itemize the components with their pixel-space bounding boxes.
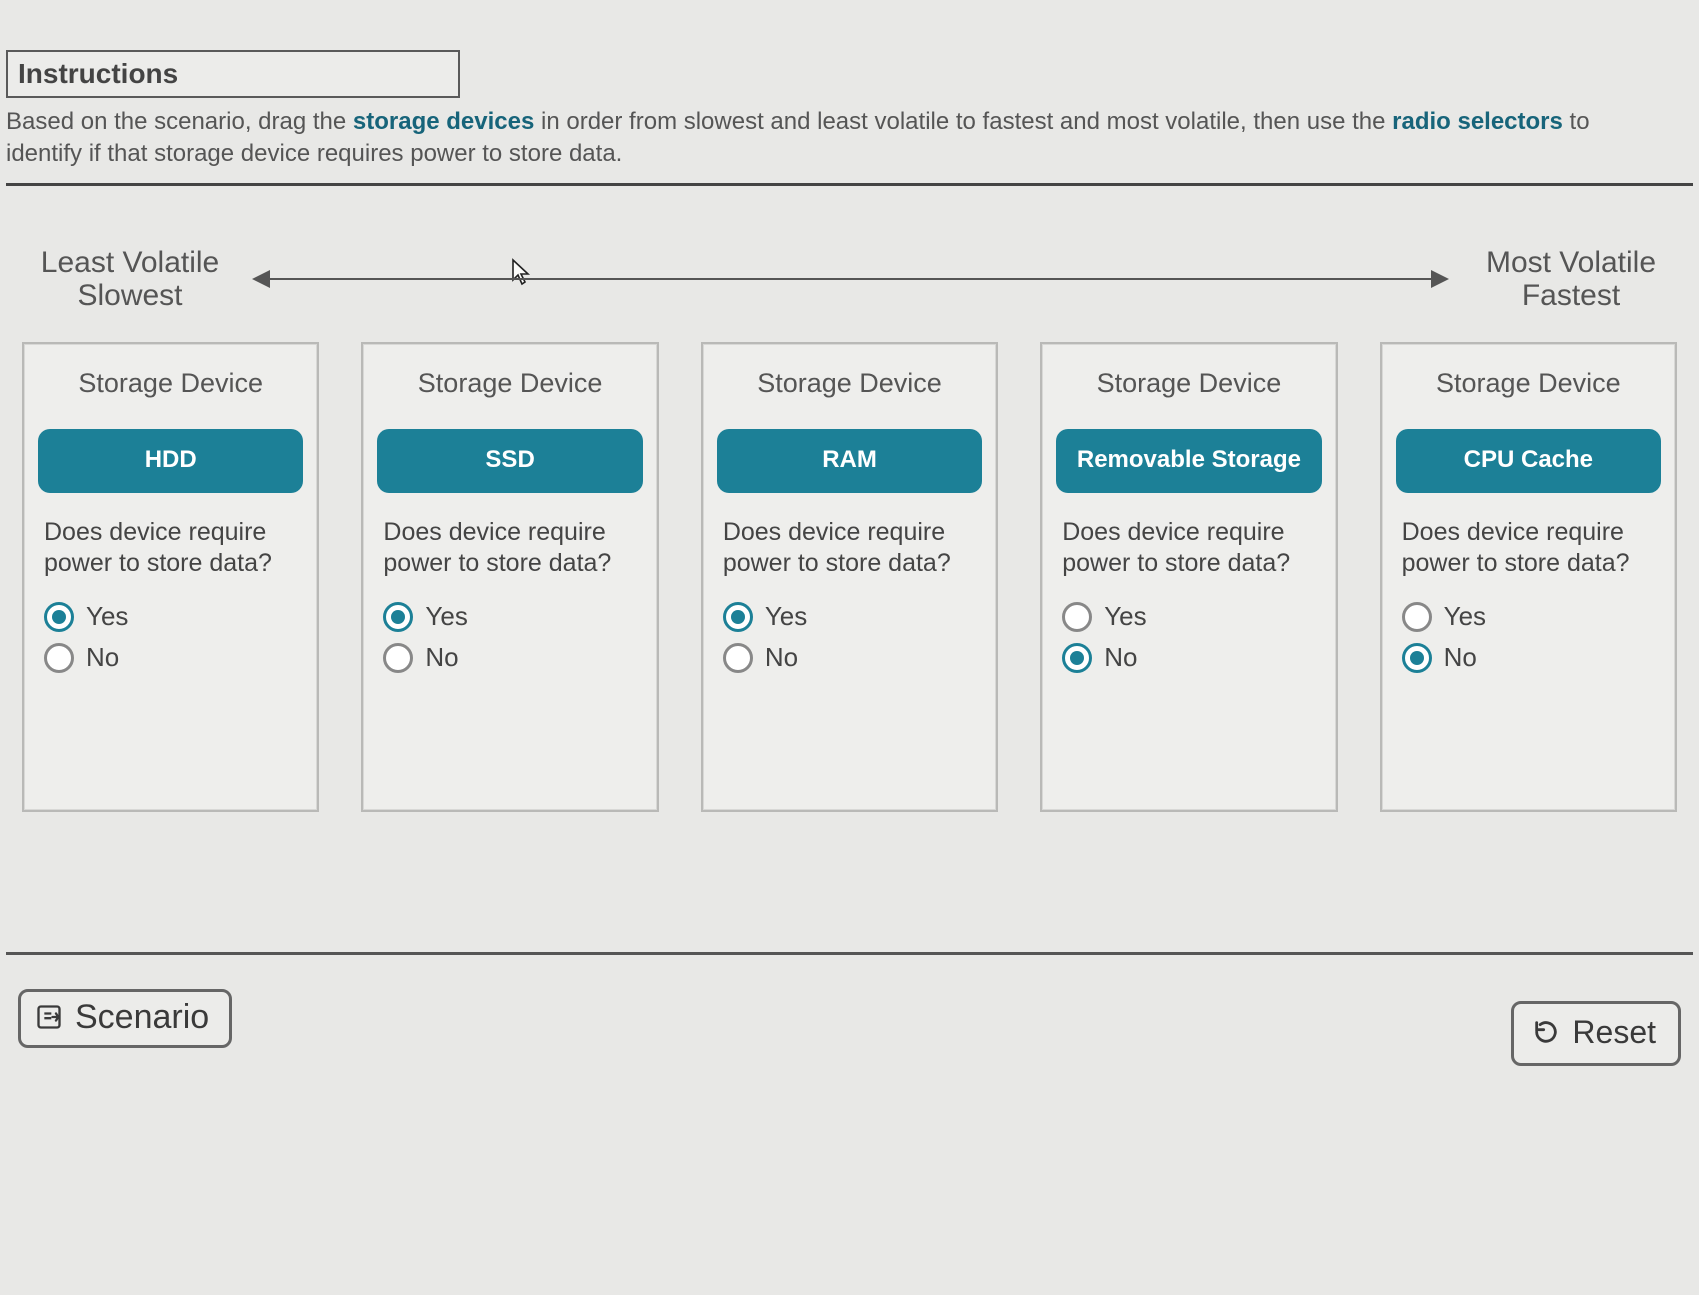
- radio-yes[interactable]: Yes: [723, 601, 996, 632]
- storage-card-0[interactable]: Storage Device HDD Does device require p…: [22, 342, 319, 812]
- storage-card-1[interactable]: Storage Device SSD Does device require p…: [361, 342, 658, 812]
- scenario-icon: [35, 1003, 63, 1031]
- radio-icon: [723, 643, 753, 673]
- storage-card-2[interactable]: Storage Device RAM Does device require p…: [701, 342, 998, 812]
- radio-yes-label: Yes: [1104, 601, 1146, 632]
- device-chip-hdd[interactable]: HDD: [38, 429, 303, 493]
- card-header: Storage Device: [1042, 344, 1335, 429]
- radio-no[interactable]: No: [723, 642, 996, 673]
- device-chip-ssd[interactable]: SSD: [377, 429, 642, 493]
- scale-right-label: Most Volatile Fastest: [1461, 246, 1681, 312]
- footer-divider: [6, 952, 1693, 955]
- radio-no[interactable]: No: [1062, 642, 1335, 673]
- radio-icon: [1402, 643, 1432, 673]
- card-header: Storage Device: [703, 344, 996, 429]
- device-chip-ram[interactable]: RAM: [717, 429, 982, 493]
- radio-no[interactable]: No: [383, 642, 656, 673]
- radio-yes[interactable]: Yes: [1402, 601, 1675, 632]
- radio-icon: [1062, 643, 1092, 673]
- volatility-scale: Least Volatile Slowest Most Volatile Fas…: [0, 246, 1699, 312]
- storage-card-3[interactable]: Storage Device Removable Storage Does de…: [1040, 342, 1337, 812]
- power-question: Does device require power to store data?: [1042, 517, 1335, 590]
- radio-icon: [1402, 602, 1432, 632]
- scale-left-line1: Least Volatile: [20, 246, 240, 279]
- scenario-button[interactable]: Scenario: [18, 989, 232, 1048]
- storage-card-4[interactable]: Storage Device CPU Cache Does device req…: [1380, 342, 1677, 812]
- radio-icon: [1062, 602, 1092, 632]
- reset-button[interactable]: Reset: [1511, 1001, 1681, 1066]
- reset-label: Reset: [1572, 1014, 1656, 1051]
- card-header: Storage Device: [24, 344, 317, 429]
- device-chip-removable[interactable]: Removable Storage: [1056, 429, 1321, 493]
- card-header: Storage Device: [1382, 344, 1675, 429]
- power-question: Does device require power to store data?: [363, 517, 656, 590]
- radio-no-label: No: [86, 642, 119, 673]
- power-question: Does device require power to store data?: [24, 517, 317, 590]
- instructions-divider: [6, 183, 1693, 186]
- radio-yes[interactable]: Yes: [1062, 601, 1335, 632]
- scenario-label: Scenario: [75, 998, 209, 1037]
- scale-right-line1: Most Volatile: [1461, 246, 1681, 279]
- radio-yes-label: Yes: [765, 601, 807, 632]
- radio-no[interactable]: No: [1402, 642, 1675, 673]
- radio-yes-label: Yes: [1444, 601, 1486, 632]
- radio-icon: [383, 643, 413, 673]
- instructions-title: Instructions: [6, 50, 460, 98]
- radio-no[interactable]: No: [44, 642, 317, 673]
- cards-row: Storage Device HDD Does device require p…: [0, 342, 1699, 812]
- radio-yes-label: Yes: [86, 601, 128, 632]
- instr-highlight-storage: storage devices: [353, 108, 534, 135]
- power-question: Does device require power to store data?: [1382, 517, 1675, 590]
- device-chip-cpucache[interactable]: CPU Cache: [1396, 429, 1661, 493]
- radio-icon: [723, 602, 753, 632]
- radio-yes-label: Yes: [425, 601, 467, 632]
- radio-no-label: No: [765, 642, 798, 673]
- instr-prefix: Based on the scenario, drag the: [6, 108, 353, 135]
- instructions-text: Based on the scenario, drag the storage …: [6, 106, 1606, 171]
- radio-icon: [383, 602, 413, 632]
- scale-right-line2: Fastest: [1461, 279, 1681, 312]
- reset-icon: [1532, 1018, 1560, 1046]
- instr-middle: in order from slowest and least volatile…: [534, 108, 1392, 135]
- radio-yes[interactable]: Yes: [44, 601, 317, 632]
- instr-highlight-radio: radio selectors: [1392, 108, 1563, 135]
- scale-left-line2: Slowest: [20, 279, 240, 312]
- radio-no-label: No: [425, 642, 458, 673]
- scale-arrow-icon: [254, 278, 1447, 280]
- scale-left-label: Least Volatile Slowest: [20, 246, 240, 312]
- radio-icon: [44, 602, 74, 632]
- power-question: Does device require power to store data?: [703, 517, 996, 590]
- radio-no-label: No: [1444, 642, 1477, 673]
- card-header: Storage Device: [363, 344, 656, 429]
- radio-icon: [44, 643, 74, 673]
- radio-yes[interactable]: Yes: [383, 601, 656, 632]
- radio-no-label: No: [1104, 642, 1137, 673]
